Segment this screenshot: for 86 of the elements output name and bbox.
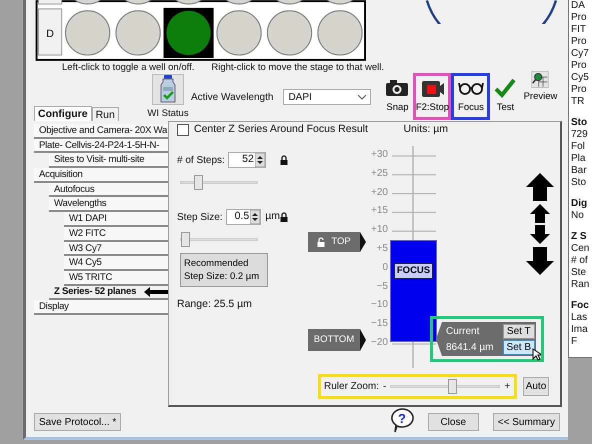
info-line: Bar xyxy=(571,165,588,177)
field-label: Active Wavelength xyxy=(191,90,274,104)
tool-button[interactable]: Focus xyxy=(451,73,490,120)
checkbox-label: Center Z Series Around Focus Result xyxy=(194,122,368,137)
section-heading: Z S xyxy=(571,231,588,243)
status-label: WI Status xyxy=(147,106,189,121)
recommended-button[interactable]: Recommended Step Size: 0.2 µm xyxy=(180,253,268,287)
minus-label: - xyxy=(383,380,386,394)
info-line: Ima xyxy=(571,324,589,336)
info-line: Las xyxy=(571,312,588,324)
tree-item[interactable]: Autofocus xyxy=(49,182,168,198)
tree-item[interactable]: W2 FITC xyxy=(64,226,168,242)
tree-item[interactable]: W5 TRITC xyxy=(64,270,168,286)
info-line: Pro xyxy=(571,12,588,24)
range-label: Range: 25.5 µm xyxy=(177,297,253,312)
field-label: # of Steps: xyxy=(177,154,225,168)
info-line: Pla xyxy=(571,153,586,165)
tick-label: +5 xyxy=(376,243,388,255)
hint-text: Left-click to toggle a well on/off. xyxy=(62,62,194,74)
number-field[interactable]: 0.5 xyxy=(226,209,262,225)
tree-item[interactable]: W1 DAPI xyxy=(64,212,168,227)
info-line: Ran xyxy=(571,279,590,291)
tree-item[interactable]: Display xyxy=(34,300,168,315)
info-line: Pro xyxy=(571,36,588,48)
info-line: Cen xyxy=(571,243,590,255)
help-icon[interactable]: ? xyxy=(388,408,415,432)
tick-label: +30 xyxy=(370,149,388,161)
info-line: DA xyxy=(571,0,586,12)
info-line: Fol xyxy=(571,141,586,153)
info-line: Pro xyxy=(571,84,588,96)
info-line: TR xyxy=(571,96,586,108)
info-line: # of xyxy=(571,255,589,267)
row-label: D xyxy=(46,28,54,40)
save-button[interactable]: Save Protocol... * xyxy=(34,413,122,431)
set-button[interactable]: Set B xyxy=(502,340,535,354)
tree-item[interactable]: Sites to Visit- multi-site xyxy=(49,153,168,168)
tick-label: 0 xyxy=(381,262,388,274)
set-button[interactable]: Set T xyxy=(502,324,535,338)
tool-button[interactable]: Snap xyxy=(381,73,414,120)
info-line: 729 xyxy=(571,129,589,141)
summary-button[interactable]: << Summary xyxy=(492,413,560,431)
units-label: Units: µm xyxy=(403,122,448,137)
info-line: Sto xyxy=(571,177,588,189)
plus-label: + xyxy=(504,380,510,394)
tree-item[interactable]: Plate- Cellvis-24-P24-1-5H-N- xyxy=(34,138,168,154)
info-line: Ste xyxy=(571,267,588,279)
field-label: Step Size: xyxy=(177,210,223,224)
tree-item[interactable]: W4 Cy5 xyxy=(64,256,168,271)
tick-label: +10 xyxy=(370,224,388,236)
tool-button[interactable]: Test xyxy=(490,73,520,120)
info-line: No xyxy=(571,210,585,222)
auto-button[interactable]: Auto xyxy=(523,377,549,396)
readout-label: Current xyxy=(446,324,480,338)
tree-item[interactable]: Acquisition xyxy=(34,168,168,183)
tree-item[interactable]: W3 Cy7 xyxy=(64,242,168,256)
info-line: FIT xyxy=(571,24,587,36)
number-field[interactable]: 52 xyxy=(228,152,266,168)
zoom-label: Ruler Zoom: xyxy=(324,380,380,394)
tick-label: +20 xyxy=(370,186,388,199)
tick-label: −20 xyxy=(370,337,388,349)
section-heading: Foc xyxy=(571,300,590,312)
info-line: Pro xyxy=(571,60,588,72)
wavelength-dropdown[interactable]: DAPI xyxy=(283,89,372,105)
tab[interactable]: Configure xyxy=(34,106,92,121)
tab[interactable]: Run xyxy=(92,107,119,121)
close-button[interactable]: Close xyxy=(428,413,479,431)
tick-label: −5 xyxy=(376,280,388,293)
tick-label: +15 xyxy=(370,205,388,218)
tick-label: −15 xyxy=(370,318,388,330)
tick-label: −10 xyxy=(370,299,388,312)
tree-item[interactable]: Objective and Camera- 20X Wa xyxy=(34,124,168,139)
readout-value: 8641.4 µm xyxy=(446,340,494,354)
tree-item[interactable]: Z Series- 52 planes xyxy=(49,286,168,300)
unit-label: µm xyxy=(265,209,280,224)
limit-marker[interactable]: TOP xyxy=(308,232,360,252)
info-line: Cy7 xyxy=(571,48,590,60)
limit-marker[interactable]: BOTTOM xyxy=(308,329,360,351)
section-heading: Sto xyxy=(571,117,588,129)
tool-button[interactable]: Preview xyxy=(524,67,556,109)
info-line: Cy5 xyxy=(571,72,590,84)
tick-label: +25 xyxy=(370,168,388,180)
focus-label: FOCUS xyxy=(394,263,434,280)
hint-text: Right-click to move the stage to that well. xyxy=(211,62,384,74)
tree-item[interactable]: Wavelengths xyxy=(49,197,168,212)
section-heading: Dig xyxy=(571,198,588,210)
info-line: F xyxy=(571,336,578,348)
